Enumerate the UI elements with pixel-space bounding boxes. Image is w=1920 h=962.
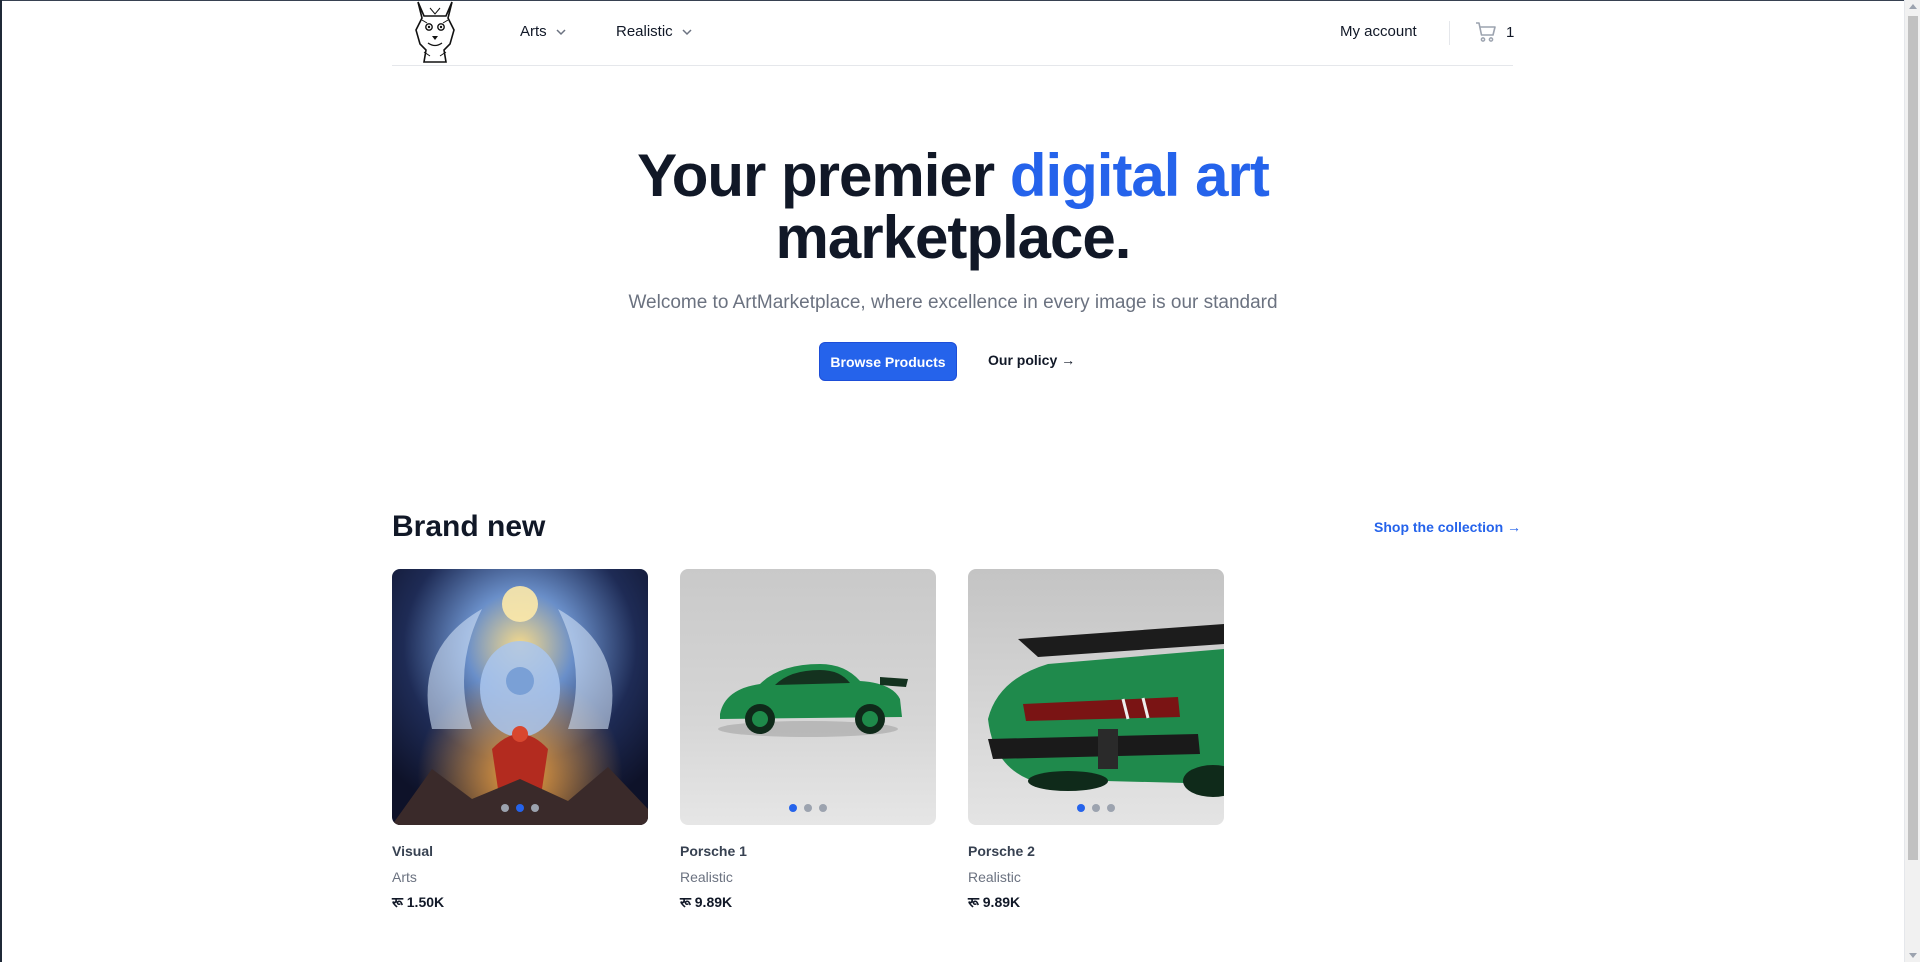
hero-title-part2: marketplace. — [775, 204, 1132, 271]
product-card[interactable]: Porsche 1 Realistic रू 9.89K — [680, 569, 936, 912]
carousel-dots — [680, 804, 936, 812]
carousel-dot[interactable] — [1107, 804, 1115, 812]
scrollbar-thumb[interactable] — [1908, 16, 1918, 860]
header-divider — [1449, 21, 1450, 45]
product-category: Realistic — [680, 869, 733, 885]
hero-subtitle: Welcome to ArtMarketplace, where excelle… — [628, 292, 1278, 313]
hero-title: Your premier digital art marketplace. — [0, 145, 1906, 269]
product-category: Arts — [392, 869, 417, 885]
carousel-dot-active[interactable] — [1077, 804, 1085, 812]
green-porsche-rear-image — [968, 569, 1224, 825]
cart-button[interactable]: 1 — [1474, 20, 1514, 44]
site-header: Arts Realistic My account 1 — [392, 0, 1514, 66]
product-price: रू 1.50K — [392, 894, 445, 910]
nav-arts-label: Arts — [520, 23, 547, 40]
green-porsche-side-image — [680, 569, 936, 825]
wolf-logo-icon[interactable] — [410, 0, 460, 64]
carousel-dot[interactable] — [1092, 804, 1100, 812]
product-card[interactable]: Visual Arts रू 1.50K — [392, 569, 648, 912]
product-image[interactable] — [392, 569, 648, 825]
product-name[interactable]: Porsche 1 — [680, 843, 936, 859]
nav-realistic-label: Realistic — [616, 23, 673, 40]
nav-arts-dropdown[interactable]: Arts — [520, 23, 567, 40]
shop-collection-link[interactable]: Shop the collection → — [1374, 519, 1521, 535]
carousel-dot-active[interactable] — [789, 804, 797, 812]
product-image[interactable] — [680, 569, 936, 825]
product-category: Realistic — [968, 869, 1021, 885]
browse-products-button[interactable]: Browse Products — [819, 342, 957, 381]
product-name[interactable]: Visual — [392, 843, 648, 859]
my-account-link[interactable]: My account — [1340, 23, 1417, 40]
chevron-down-icon — [556, 28, 566, 35]
carousel-dots — [968, 804, 1224, 812]
carousel-dot[interactable] — [501, 804, 509, 812]
vertical-scrollbar[interactable] — [1904, 0, 1920, 962]
nav-realistic-dropdown[interactable]: Realistic — [616, 23, 693, 40]
carousel-dot[interactable] — [531, 804, 539, 812]
section-title: Brand new — [392, 510, 546, 543]
product-price: रू 9.89K — [680, 894, 733, 910]
product-name[interactable]: Porsche 2 — [968, 843, 1224, 859]
cart-count: 1 — [1506, 23, 1515, 41]
hero-title-part1: Your premier — [637, 142, 1010, 209]
carousel-dots — [392, 804, 648, 812]
carousel-dot[interactable] — [804, 804, 812, 812]
scroll-up-arrow-icon[interactable] — [1909, 4, 1917, 9]
fantasy-art-image — [392, 569, 648, 825]
scroll-down-arrow-icon[interactable] — [1909, 953, 1917, 958]
our-policy-link[interactable]: Our policy → — [988, 352, 1075, 368]
product-card[interactable]: Porsche 2 Realistic रू 9.89K — [968, 569, 1224, 912]
carousel-dot[interactable] — [819, 804, 827, 812]
product-image[interactable] — [968, 569, 1224, 825]
product-price: रू 9.89K — [968, 894, 1021, 910]
cart-icon — [1476, 22, 1496, 42]
carousel-dot-active[interactable] — [516, 804, 524, 812]
hero-title-accent: digital art — [1009, 142, 1270, 209]
chevron-down-icon — [682, 28, 692, 35]
